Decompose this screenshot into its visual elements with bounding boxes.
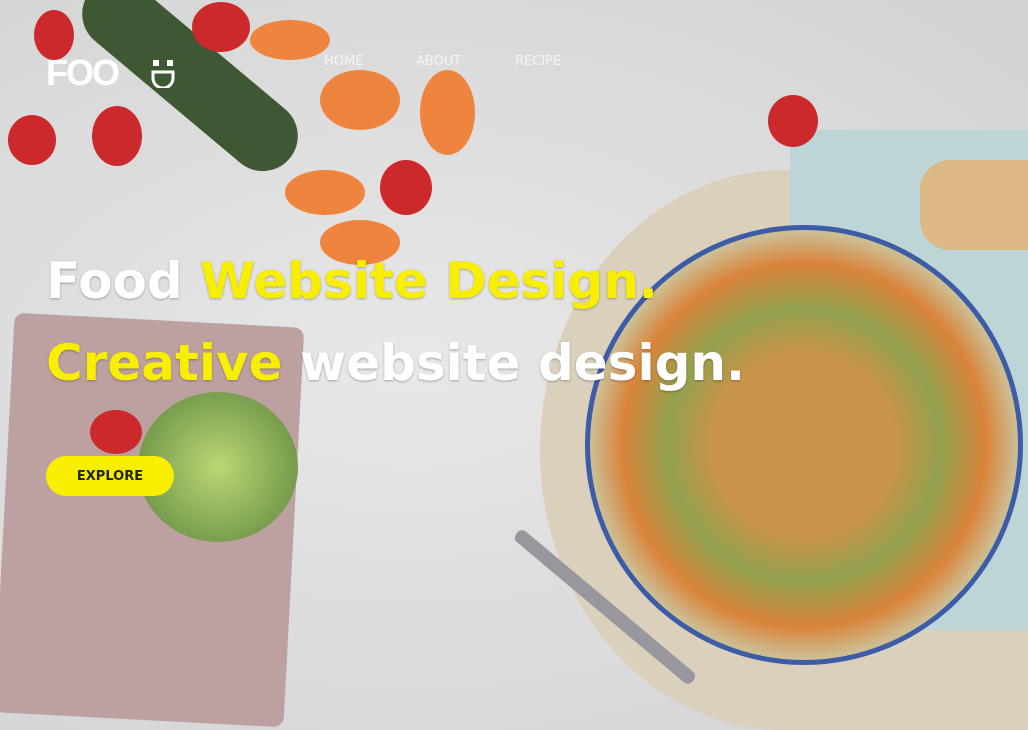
heading-yellow: Creative <box>46 334 300 392</box>
nav-about[interactable]: ABOUT <box>416 54 461 69</box>
explore-button[interactable]: EXPLORE <box>46 456 174 496</box>
heading-yellow: Website Design. <box>200 252 658 310</box>
heading-white: Food <box>46 252 201 310</box>
hero-heading-line2: Creative website design. <box>46 334 745 392</box>
heading-white: website design. <box>299 334 745 392</box>
logo[interactable]: FOO <box>46 52 120 94</box>
nav-home[interactable]: HOME <box>324 54 363 69</box>
nav-recipe[interactable]: RECIPE <box>515 54 561 69</box>
logo-face-icon <box>151 60 175 88</box>
hero-heading-line1: Food Website Design. <box>46 252 658 310</box>
